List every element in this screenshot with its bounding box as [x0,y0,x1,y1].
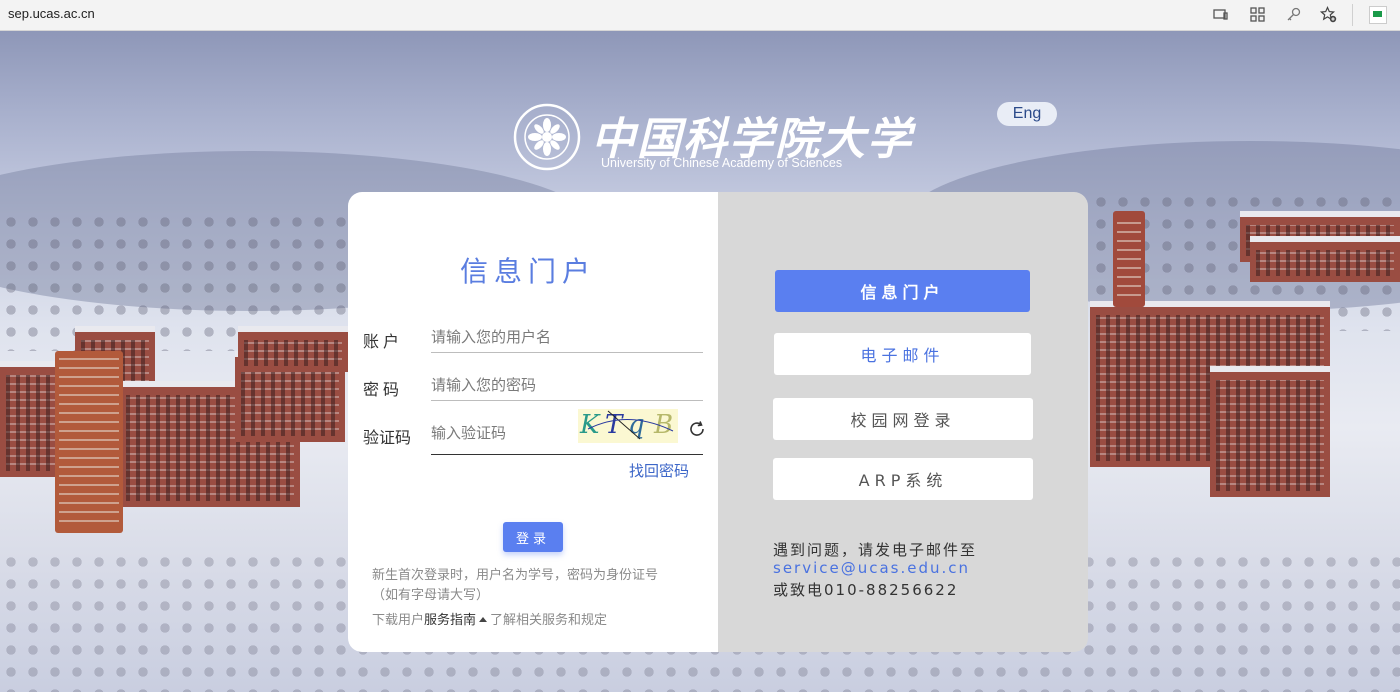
key-icon[interactable] [1285,6,1302,23]
ucas-seal-icon [513,103,581,171]
service-guide-line: 下载用户服务指南 了解相关服务和规定 [372,609,607,628]
captcha-image[interactable]: K T q B [578,409,678,443]
cast-icon[interactable] [1212,6,1229,23]
captcha-underline [431,454,703,455]
caret-up-icon [479,617,488,622]
apps-icon[interactable] [1249,6,1266,23]
portal-button[interactable]: 信息门户 [775,270,1030,312]
page-title: 信息门户 [460,255,597,288]
username-input[interactable] [431,322,703,353]
login-button[interactable]: 登录 [503,522,563,552]
service-guide-link[interactable]: 服务指南 [424,613,476,628]
captcha-label: 验证码 [363,428,412,447]
toolbar-divider [1352,4,1353,26]
captcha-input[interactable] [431,418,576,448]
contact-text: 遇到问题，请发电子邮件至 [773,541,978,559]
star-add-icon[interactable] [1319,6,1337,23]
first-login-note: 新生首次登录时，用户名为学号，密码为身份证号 [372,568,659,583]
browser-toolbar: sep.ucas.ac.cn [0,0,1400,31]
email-button[interactable]: 电子邮件 [774,333,1031,375]
password-label: 密码 [363,380,404,399]
address-bar-url[interactable]: sep.ucas.ac.cn [8,6,95,21]
arp-system-button[interactable]: ARP系统 [773,458,1033,500]
guide-suffix: 了解相关服务和规定 [490,613,608,628]
campus-network-login-button[interactable]: 校园网登录 [773,398,1033,440]
captcha-noise-lines [587,410,674,440]
forgot-password-link[interactable]: 找回密码 [629,460,689,481]
extension-icon[interactable] [1369,6,1387,24]
ucas-logo: 中国科学院大学 University of Chinese Academy of… [513,103,911,175]
uppercase-note: （如有字母请大写） [372,588,490,603]
logo-english-text: University of Chinese Academy of Science… [601,156,843,170]
login-panel: 信息门户 账户 密码 验证码 K T q B 找回密码 登录 新生首次登录时，用… [348,192,718,652]
support-email-link[interactable]: service@ucas.edu.cn [773,559,970,577]
account-label: 账户 [363,332,404,351]
contact-phone: 或致电010-88256622 [773,581,959,599]
guide-prefix: 下载用户 [372,613,425,628]
language-toggle-button[interactable]: Eng [997,102,1057,126]
refresh-captcha-icon[interactable] [688,420,706,438]
system-links-panel: 信息门户 电子邮件 校园网登录 ARP系统 遇到问题，请发电子邮件至 servi… [718,192,1088,652]
login-card: 信息门户 账户 密码 验证码 K T q B 找回密码 登录 新生首次登录时，用… [348,192,1088,652]
password-input[interactable] [431,370,703,401]
